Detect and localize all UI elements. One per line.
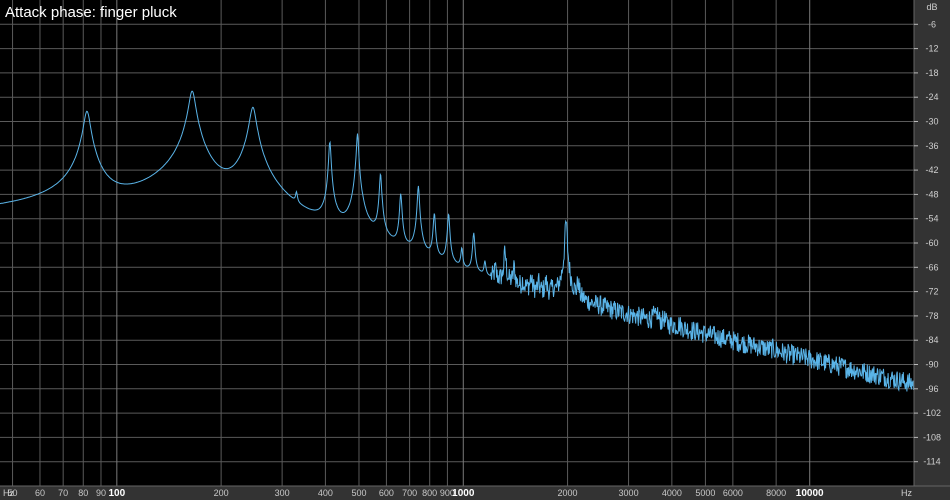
x-tick-label: 600: [379, 488, 394, 498]
chart-title: Attack phase: finger pluck: [5, 4, 177, 21]
x-tick-label: 70: [58, 488, 68, 498]
x-tick-label: 300: [275, 488, 290, 498]
y-axis-unit: dB: [926, 2, 937, 12]
y-tick-label: -96: [925, 384, 938, 394]
x-tick-label: 6000: [723, 488, 743, 498]
x-tick-label: 1000: [452, 488, 475, 499]
spectrum-chart: -6 -12 -18 -24 -30 -36 -42 -48 -54 -60 -66 -72 -78 -8…: [0, 0, 950, 500]
y-tick-label: -54: [925, 214, 938, 224]
y-tick-label: -84: [925, 335, 938, 345]
y-tick-label: -24: [925, 92, 938, 102]
x-tick-label: 500: [351, 488, 366, 498]
x-tick-label: 2000: [558, 488, 578, 498]
y-tick-label: -18: [925, 68, 938, 78]
y-tick-label: -48: [925, 189, 938, 199]
y-tick-label: -102: [923, 408, 941, 418]
x-tick-label: 8000: [766, 488, 786, 498]
x-tick-label: 800: [422, 488, 437, 498]
y-tick-label: -36: [925, 141, 938, 151]
x-tick-label: 100: [108, 488, 125, 499]
y-tick-label: -72: [925, 287, 938, 297]
x-tick-label: 5000: [695, 488, 715, 498]
x-tick-label: 60: [35, 488, 45, 498]
y-tick-label: -42: [925, 165, 938, 175]
y-tick-label: -6: [928, 19, 936, 29]
y-tick-label: -90: [925, 360, 938, 370]
y-tick-label: -114: [923, 457, 940, 467]
x-tick-label: 4000: [662, 488, 682, 498]
grid: [0, 0, 914, 486]
x-axis-unit-right: Hz: [901, 488, 912, 498]
x-tick-label: 400: [318, 488, 333, 498]
y-tick-label: -60: [925, 238, 938, 248]
y-tick-label: -30: [925, 117, 938, 127]
x-tick-label: 90: [96, 488, 106, 498]
x-tick-label: 200: [214, 488, 229, 498]
x-tick-label: 80: [78, 488, 88, 498]
y-tick-label: -78: [925, 311, 938, 321]
x-axis-unit-left: Hz: [3, 488, 14, 498]
x-tick-label: 10000: [796, 488, 824, 499]
x-tick-label: 3000: [619, 488, 639, 498]
x-tick-label: 700: [402, 488, 417, 498]
y-tick-label: -66: [925, 262, 938, 272]
y-tick-label: -108: [923, 432, 941, 442]
y-tick-label: -12: [925, 44, 938, 54]
